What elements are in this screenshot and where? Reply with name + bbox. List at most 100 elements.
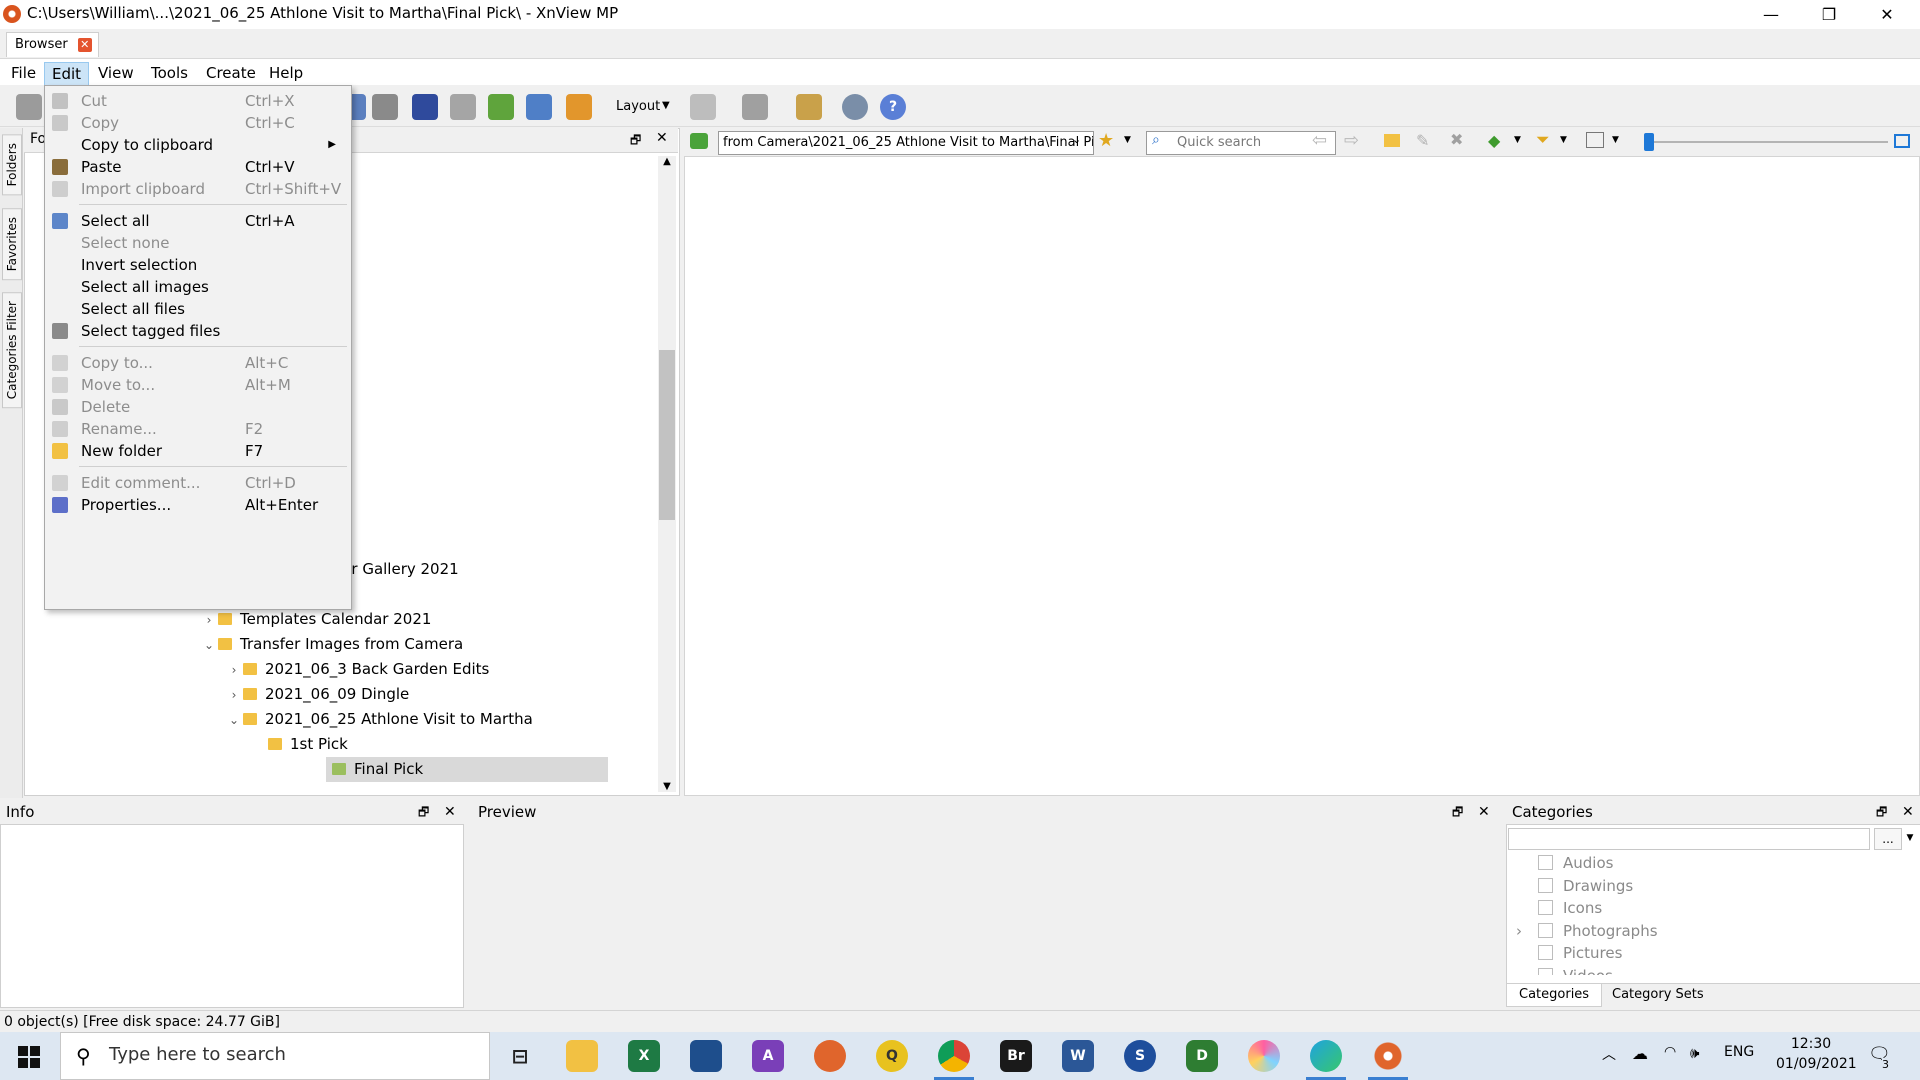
xnview-taskbar-icon[interactable]	[1372, 1040, 1404, 1072]
tag-icon[interactable]: ◆	[1488, 131, 1500, 150]
category-item[interactable]: Videos	[1510, 965, 1900, 975]
filter-icon[interactable]: ⏷	[1536, 130, 1550, 150]
tree-row[interactable]: 1st Pick	[200, 732, 556, 757]
minimize-button[interactable]: —	[1742, 0, 1800, 29]
onedrive-icon[interactable]: ☁	[1632, 1044, 1648, 1063]
clock[interactable]: 12:30 01/09/2021	[1776, 1034, 1857, 1074]
category-dropdown-icon[interactable]: ▼	[1902, 828, 1918, 848]
tree-row[interactable]: › 2021_06_3 Back Garden Edits	[200, 657, 556, 682]
menu-item-select-tagged-files[interactable]: Select tagged files	[46, 320, 350, 342]
capture-icon[interactable]	[526, 94, 552, 120]
sort-icon[interactable]	[690, 94, 716, 120]
filter-dropdown-icon[interactable]: ▼	[1560, 135, 1567, 145]
path-input[interactable]: from Camera\2021_06_25 Athlone Visit to …	[718, 131, 1094, 155]
toolbar-back-icon[interactable]	[16, 94, 42, 120]
forward-arrow-icon[interactable]: ⇨	[1344, 130, 1359, 151]
category-checkbox[interactable]	[1538, 967, 1553, 975]
float-categories-icon[interactable]: 🗗	[1876, 800, 1887, 824]
category-item[interactable]: Audios	[1510, 852, 1900, 875]
quick-search-input[interactable]: Quick search	[1146, 131, 1336, 155]
print-icon[interactable]	[372, 94, 398, 120]
xnview-legacy-icon[interactable]	[814, 1040, 846, 1072]
tab-categories[interactable]: Categories	[1506, 984, 1603, 1007]
menu-item-select-all-files[interactable]: Select all files	[46, 298, 350, 320]
expand-chevron-icon[interactable]: ⌄	[200, 633, 218, 658]
float-info-icon[interactable]: 🗗	[418, 800, 429, 824]
menu-file[interactable]: File	[4, 62, 43, 84]
tab-close-icon[interactable]: ✕	[77, 38, 92, 52]
menu-item-new-folder[interactable]: New folder F7	[46, 440, 350, 462]
delete-icon[interactable]: ✖	[1450, 130, 1463, 149]
close-categories-icon[interactable]: ✕	[1902, 800, 1914, 824]
tree-row[interactable]: ⌄ Transfer Images from Camera	[200, 632, 556, 657]
layout-button[interactable]: Layout	[616, 99, 660, 114]
dxo-icon[interactable]: D	[1186, 1040, 1218, 1072]
scan-icon[interactable]	[412, 94, 438, 120]
restore-button[interactable]: ❐	[1800, 0, 1858, 29]
favorite-star-icon[interactable]: ★	[1098, 130, 1114, 151]
back-arrow-icon[interactable]: ⇦	[1312, 130, 1327, 151]
view-dropdown-icon[interactable]: ▼	[1612, 135, 1619, 145]
file-explorer-icon[interactable]	[566, 1040, 598, 1072]
menu-create[interactable]: Create	[199, 62, 263, 84]
tree-icon[interactable]	[796, 94, 822, 120]
side-tab-favorites[interactable]: Favorites	[2, 208, 22, 281]
settings-gear-icon[interactable]	[842, 94, 868, 120]
thumbnail-browser-area[interactable]	[684, 156, 1920, 796]
word-icon[interactable]: W	[1062, 1040, 1094, 1072]
zoom-slider-thumb[interactable]	[1644, 133, 1654, 151]
close-panel-icon[interactable]: ✕	[656, 130, 668, 146]
category-checkbox[interactable]	[1538, 877, 1553, 893]
volume-icon[interactable]: 🕪	[1690, 1044, 1699, 1062]
star-dropdown-icon[interactable]: ▼	[1124, 135, 1131, 145]
menu-edit[interactable]: Edit	[44, 62, 90, 86]
expand-chevron-icon[interactable]: ›	[225, 658, 243, 683]
category-item[interactable]: Drawings	[1510, 875, 1900, 898]
float-preview-icon[interactable]: 🗗	[1452, 800, 1463, 824]
rename-icon[interactable]: ✎	[1416, 131, 1429, 150]
export-icon[interactable]	[450, 94, 476, 120]
scroll-up-icon[interactable]: ▲	[658, 156, 676, 167]
tab-category-sets[interactable]: Category Sets	[1600, 984, 1716, 1006]
category-more-button[interactable]: ...	[1874, 828, 1902, 850]
close-button[interactable]: ✕	[1858, 0, 1916, 29]
category-checkbox[interactable]	[1538, 855, 1553, 870]
tag-dropdown-icon[interactable]: ▼	[1514, 135, 1521, 145]
category-item[interactable]: Pictures	[1510, 942, 1900, 965]
layout-dropdown-icon[interactable]: ▼	[662, 100, 670, 111]
bridge-icon[interactable]: Br	[1000, 1040, 1032, 1072]
help-icon[interactable]: ?	[880, 94, 906, 120]
quicken-icon[interactable]: Q	[876, 1040, 908, 1072]
task-view-icon[interactable]: ⊟	[504, 1040, 536, 1072]
paint-app-icon[interactable]	[1248, 1040, 1280, 1072]
category-item[interactable]: Icons	[1510, 897, 1900, 920]
expand-chevron-icon[interactable]: ›	[1516, 920, 1522, 943]
menu-item-paste[interactable]: Paste Ctrl+V	[46, 156, 350, 178]
folder-new-icon[interactable]	[1384, 134, 1400, 147]
menu-item-select-all-images[interactable]: Select all images	[46, 276, 350, 298]
affinity-icon[interactable]: A	[752, 1040, 784, 1072]
menu-item-properties[interactable]: Properties... Alt+Enter	[46, 494, 350, 516]
photo-app-icon[interactable]	[690, 1040, 722, 1072]
wifi-icon[interactable]: ◠	[1664, 1044, 1676, 1060]
columns-icon[interactable]	[742, 94, 768, 120]
category-item[interactable]: › Photographs	[1510, 920, 1900, 943]
language-indicator[interactable]: ENG	[1724, 1044, 1754, 1060]
slideshow-icon[interactable]	[488, 94, 514, 120]
menu-view[interactable]: View	[91, 62, 141, 84]
zoom-slider[interactable]	[1644, 141, 1888, 143]
expand-chevron-icon[interactable]: ›	[225, 683, 243, 708]
scroll-thumb[interactable]	[659, 350, 675, 520]
up-folder-icon[interactable]	[690, 133, 708, 149]
path-dropdown-icon[interactable]: ⌄	[1072, 133, 1081, 146]
excel-icon[interactable]: X	[628, 1040, 660, 1072]
float-panel-icon[interactable]: 🗗	[630, 131, 641, 152]
close-preview-icon[interactable]: ✕	[1478, 800, 1490, 824]
fullscreen-icon[interactable]	[1894, 134, 1910, 148]
start-windows-icon[interactable]	[18, 1046, 40, 1068]
wallpaper-icon[interactable]	[566, 94, 592, 120]
thumbnail-view-icon[interactable]	[1586, 132, 1604, 148]
tree-row[interactable]: › 2021_06_09 Dingle	[200, 682, 556, 707]
category-checkbox[interactable]	[1538, 945, 1553, 960]
edge-icon[interactable]	[1310, 1040, 1342, 1072]
